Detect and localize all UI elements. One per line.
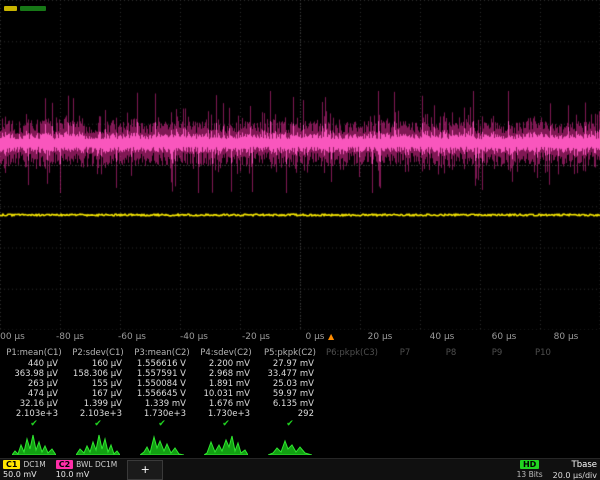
status-check-icon: ✔ [258, 419, 322, 429]
table-cell: 1.557591 V [130, 369, 194, 379]
time-axis-label: -20 µs [242, 332, 270, 342]
table-row-min: 263 µV 155 µV 1.550084 V 1.891 mV 25.03 … [2, 379, 598, 389]
histicon-row [2, 429, 598, 455]
time-axis-label: -40 µs [180, 332, 208, 342]
table-cell: 2.103e+3 [2, 409, 66, 419]
table-cell: 6.135 mV [258, 399, 322, 409]
table-cell: 1.399 µV [66, 399, 130, 409]
time-axis-label: -80 µs [56, 332, 84, 342]
table-cell: 474 µV [2, 389, 66, 399]
table-row-status: ✔ ✔ ✔ ✔ ✔ [2, 419, 598, 429]
corner-indicators [4, 6, 46, 11]
channel-group: C1 DC1M 50.0 mV C2 BWL DC1M 10.0 mV + [3, 460, 163, 480]
channel-descriptor-c1[interactable]: C1 DC1M 50.0 mV [3, 460, 46, 479]
time-axis-label: 40 µs [430, 332, 455, 342]
table-cell: 1.891 mV [194, 379, 258, 389]
table-cell: 363.98 µV [2, 369, 66, 379]
channel-scale-c2: 10.0 mV [56, 470, 118, 479]
oscilloscope-screen: -100 µs -80 µs -60 µs -40 µs -20 µs 0 µs… [0, 0, 600, 480]
time-axis-label: 20 µs [368, 332, 393, 342]
table-cell: 10.031 mV [194, 389, 258, 399]
table-row-sdev: 32.16 µV 1.399 µV 1.339 mV 1.676 mV 6.13… [2, 399, 598, 409]
table-cell: 160 µV [66, 359, 130, 369]
histicon-p1[interactable] [2, 429, 66, 455]
measurement-table: P1:mean(C1) P2:sdev(C1) P3:mean(C2) P4:s… [2, 347, 598, 429]
table-cell: 1.556616 V [130, 359, 194, 369]
channel-coupling-c1: DC1M [23, 460, 45, 469]
table-cell: 1.339 mV [130, 399, 194, 409]
histicon-p5[interactable] [258, 429, 322, 455]
add-channel-button[interactable]: + [127, 460, 163, 480]
status-check-icon: ✔ [194, 419, 258, 429]
timebase-descriptor[interactable]: Tbase 20.0 µs/div [553, 460, 597, 480]
channel-descriptor-c2[interactable]: C2 BWL DC1M 10.0 mV [56, 460, 118, 479]
table-cell: 1.550084 V [130, 379, 194, 389]
time-axis: -100 µs -80 µs -60 µs -40 µs -20 µs 0 µs… [0, 331, 600, 346]
table-cell: 167 µV [66, 389, 130, 399]
channel-scale-c1: 50.0 mV [3, 470, 46, 479]
table-cell: 25.03 mV [258, 379, 322, 389]
time-axis-label: -100 µs [0, 332, 25, 342]
param-header-p8[interactable]: P8 [428, 348, 474, 358]
table-row-value: 440 µV 160 µV 1.556616 V 2.200 mV 27.97 … [2, 359, 598, 369]
table-cell: 2.200 mV [194, 359, 258, 369]
timebase-scale: 20.0 µs/div [553, 471, 597, 480]
table-cell: 263 µV [2, 379, 66, 389]
table-cell: 1.556645 V [130, 389, 194, 399]
param-header-p2[interactable]: P2:sdev(C1) [66, 348, 130, 358]
table-cell: 2.103e+3 [66, 409, 130, 419]
table-cell: 27.97 mV [258, 359, 322, 369]
timebase-label: Tbase [572, 460, 597, 470]
status-check-icon: ✔ [2, 419, 66, 429]
status-check-icon: ✔ [130, 419, 194, 429]
histicon-p2[interactable] [66, 429, 130, 455]
table-cell: 59.97 mV [258, 389, 322, 399]
measurement-header-row: P1:mean(C1) P2:sdev(C1) P3:mean(C2) P4:s… [2, 347, 598, 359]
channel-coupling-c2: BWL DC1M [76, 460, 117, 469]
param-header-p7[interactable]: P7 [382, 348, 428, 358]
histicon-p3[interactable] [130, 429, 194, 455]
hd-bits-label: 13 Bits [517, 470, 543, 479]
table-cell: 2.968 mV [194, 369, 258, 379]
histicon-p4[interactable] [194, 429, 258, 455]
timebase-group: HD 13 Bits Tbase 20.0 µs/div [517, 460, 597, 480]
corner-indicator-yellow [4, 6, 17, 11]
table-cell: 1.730e+3 [130, 409, 194, 419]
hd-chip: HD [520, 460, 539, 469]
table-cell: 292 [258, 409, 322, 419]
table-cell: 1.676 mV [194, 399, 258, 409]
time-axis-label: 80 µs [554, 332, 579, 342]
time-axis-label: -60 µs [118, 332, 146, 342]
table-cell: 32.16 µV [2, 399, 66, 409]
time-axis-label: 0 µs [305, 332, 324, 342]
table-cell: 33.477 mV [258, 369, 322, 379]
waveform-display[interactable] [0, 0, 600, 330]
table-row-max: 474 µV 167 µV 1.556645 V 10.031 mV 59.97… [2, 389, 598, 399]
trigger-time-marker[interactable]: ▲ [328, 332, 334, 342]
table-cell: 1.730e+3 [194, 409, 258, 419]
param-header-p9[interactable]: P9 [474, 348, 520, 358]
table-row-num: 2.103e+3 2.103e+3 1.730e+3 1.730e+3 292 [2, 409, 598, 419]
table-cell: 155 µV [66, 379, 130, 389]
time-axis-label: 60 µs [492, 332, 517, 342]
channel-chip-c2[interactable]: C2 [56, 460, 73, 469]
table-cell: 440 µV [2, 359, 66, 369]
status-check-icon: ✔ [66, 419, 130, 429]
channel-chip-c1[interactable]: C1 [3, 460, 20, 469]
table-cell: 158.306 µV [66, 369, 130, 379]
corner-indicator-green [20, 6, 46, 11]
param-header-p5[interactable]: P5:pkpk(C2) [258, 348, 322, 358]
param-header-p3[interactable]: P3:mean(C2) [130, 348, 194, 358]
param-header-p6[interactable]: P6:pkpk(C3) [322, 348, 382, 358]
table-row-mean: 363.98 µV 158.306 µV 1.557591 V 2.968 mV… [2, 369, 598, 379]
hd-mode-indicator[interactable]: HD 13 Bits [517, 460, 543, 479]
param-header-p10[interactable]: P10 [520, 348, 566, 358]
status-bar: C1 DC1M 50.0 mV C2 BWL DC1M 10.0 mV + HD… [0, 458, 600, 480]
param-header-p4[interactable]: P4:sdev(C2) [194, 348, 258, 358]
param-header-p1[interactable]: P1:mean(C1) [2, 348, 66, 358]
